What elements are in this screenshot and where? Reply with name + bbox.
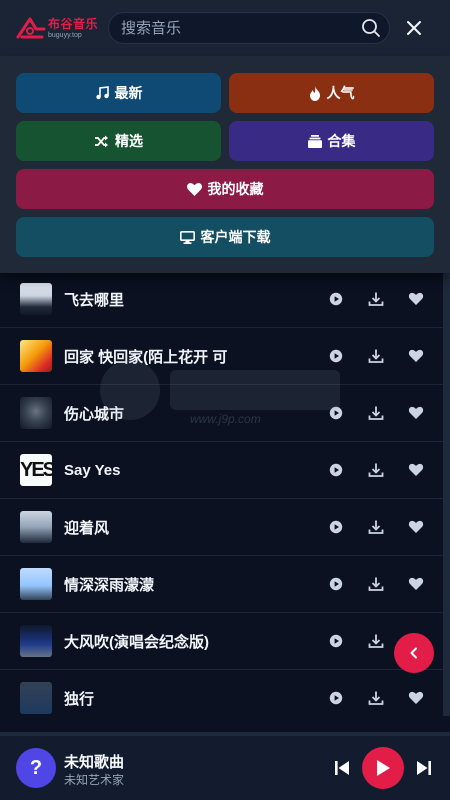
music-note-icon bbox=[95, 86, 109, 100]
app-logo[interactable]: 布谷音乐 buguyy.top bbox=[16, 8, 108, 48]
heart-icon bbox=[186, 182, 202, 196]
download-client-label: 客户端下载 bbox=[200, 229, 271, 245]
now-playing-cover[interactable]: ? bbox=[16, 748, 56, 788]
song-cover bbox=[20, 397, 52, 429]
song-favorite-icon[interactable] bbox=[408, 462, 424, 478]
logo-mark-icon bbox=[16, 17, 46, 39]
collection-button[interactable]: 合集 bbox=[229, 121, 434, 161]
song-favorite-icon[interactable] bbox=[408, 405, 424, 421]
song-cover bbox=[20, 511, 52, 543]
selected-button[interactable]: 精选 bbox=[16, 121, 221, 161]
song-download-icon[interactable] bbox=[368, 519, 384, 535]
collection-label: 合集 bbox=[327, 133, 356, 149]
popular-button[interactable]: 人气 bbox=[229, 73, 434, 113]
song-row[interactable]: YES Say Yes bbox=[0, 442, 443, 499]
latest-label: 最新 bbox=[114, 85, 143, 101]
song-play-icon[interactable] bbox=[328, 348, 344, 364]
song-row[interactable]: 情深深雨濛濛 bbox=[0, 556, 443, 613]
app-header: 布谷音乐 buguyy.top bbox=[0, 0, 450, 56]
category-menu: 最新 人气 精选 合集 我的收藏 客户端下载 bbox=[0, 56, 450, 273]
next-track-icon[interactable] bbox=[412, 756, 436, 780]
song-cover bbox=[20, 568, 52, 600]
song-title: 情深深雨濛濛 bbox=[64, 576, 155, 594]
song-cover bbox=[20, 283, 52, 315]
song-cover bbox=[20, 340, 52, 372]
fire-icon bbox=[309, 85, 320, 101]
song-play-icon[interactable] bbox=[328, 690, 344, 706]
search-bar[interactable] bbox=[108, 12, 390, 44]
song-row[interactable]: 大风吹(演唱会纪念版) bbox=[0, 613, 443, 670]
song-list: 飞去哪里 回家 快回家(陌上花开 可伤心城市 YES Say Yes 迎着风 情深深雨濛濛… bbox=[0, 232, 443, 716]
favorites-label: 我的收藏 bbox=[207, 181, 264, 197]
popular-label: 人气 bbox=[326, 85, 355, 101]
song-title: 独行 bbox=[64, 690, 95, 708]
album-stack-icon bbox=[307, 134, 322, 148]
song-favorite-icon[interactable] bbox=[408, 690, 424, 706]
song-cover bbox=[20, 682, 52, 714]
song-title: 迎着风 bbox=[64, 519, 110, 537]
download-client-button[interactable]: 客户端下载 bbox=[16, 217, 434, 257]
song-row[interactable]: 回家 快回家(陌上花开 可 bbox=[0, 328, 443, 385]
song-row[interactable]: 独行 bbox=[0, 670, 443, 716]
play-button[interactable] bbox=[362, 747, 404, 789]
song-download-icon[interactable] bbox=[368, 348, 384, 364]
song-title: 飞去哪里 bbox=[64, 291, 125, 309]
collapse-fab-button[interactable] bbox=[394, 633, 434, 673]
song-play-icon[interactable] bbox=[328, 405, 344, 421]
song-play-icon[interactable] bbox=[328, 519, 344, 535]
song-cover: YES bbox=[20, 454, 52, 486]
close-icon bbox=[407, 21, 421, 35]
chevron-left-icon bbox=[410, 647, 417, 659]
song-play-icon[interactable] bbox=[328, 633, 344, 649]
song-download-icon[interactable] bbox=[368, 405, 384, 421]
favorites-button[interactable]: 我的收藏 bbox=[16, 169, 434, 209]
song-row[interactable]: 迎着风 bbox=[0, 499, 443, 556]
song-play-icon[interactable] bbox=[328, 462, 344, 478]
desktop-icon bbox=[179, 230, 195, 244]
close-button[interactable] bbox=[394, 8, 434, 48]
song-row[interactable]: 飞去哪里 bbox=[0, 271, 443, 328]
song-download-icon[interactable] bbox=[368, 462, 384, 478]
song-favorite-icon[interactable] bbox=[408, 576, 424, 592]
song-favorite-icon[interactable] bbox=[408, 519, 424, 535]
song-favorite-icon[interactable] bbox=[408, 291, 424, 307]
song-favorite-icon[interactable] bbox=[408, 348, 424, 364]
search-icon[interactable] bbox=[361, 18, 381, 38]
song-play-icon[interactable] bbox=[328, 291, 344, 307]
song-download-icon[interactable] bbox=[368, 633, 384, 649]
selected-label: 精选 bbox=[115, 133, 143, 149]
player-bar: ? 未知歌曲 未知艺术家 bbox=[0, 732, 450, 800]
search-input[interactable] bbox=[121, 19, 361, 37]
previous-track-icon[interactable] bbox=[330, 756, 354, 780]
song-download-icon[interactable] bbox=[368, 576, 384, 592]
list-scrollbar[interactable] bbox=[443, 270, 450, 716]
watermark-domain: www.j9p.com bbox=[190, 412, 261, 426]
song-play-icon[interactable] bbox=[328, 576, 344, 592]
song-cover bbox=[20, 625, 52, 657]
play-icon bbox=[377, 760, 390, 776]
now-playing-title: 未知歌曲 bbox=[64, 754, 125, 771]
logo-title: 布谷音乐 bbox=[48, 16, 99, 31]
now-playing-artist: 未知艺术家 bbox=[64, 773, 125, 787]
song-title: Say Yes bbox=[64, 461, 121, 479]
song-download-icon[interactable] bbox=[368, 690, 384, 706]
shuffle-icon bbox=[95, 135, 108, 147]
song-title: 大风吹(演唱会纪念版) bbox=[64, 633, 209, 651]
song-download-icon[interactable] bbox=[368, 291, 384, 307]
latest-button[interactable]: 最新 bbox=[16, 73, 221, 113]
logo-domain: buguyy.top bbox=[48, 31, 82, 39]
song-title: 回家 快回家(陌上花开 可 bbox=[64, 348, 228, 366]
